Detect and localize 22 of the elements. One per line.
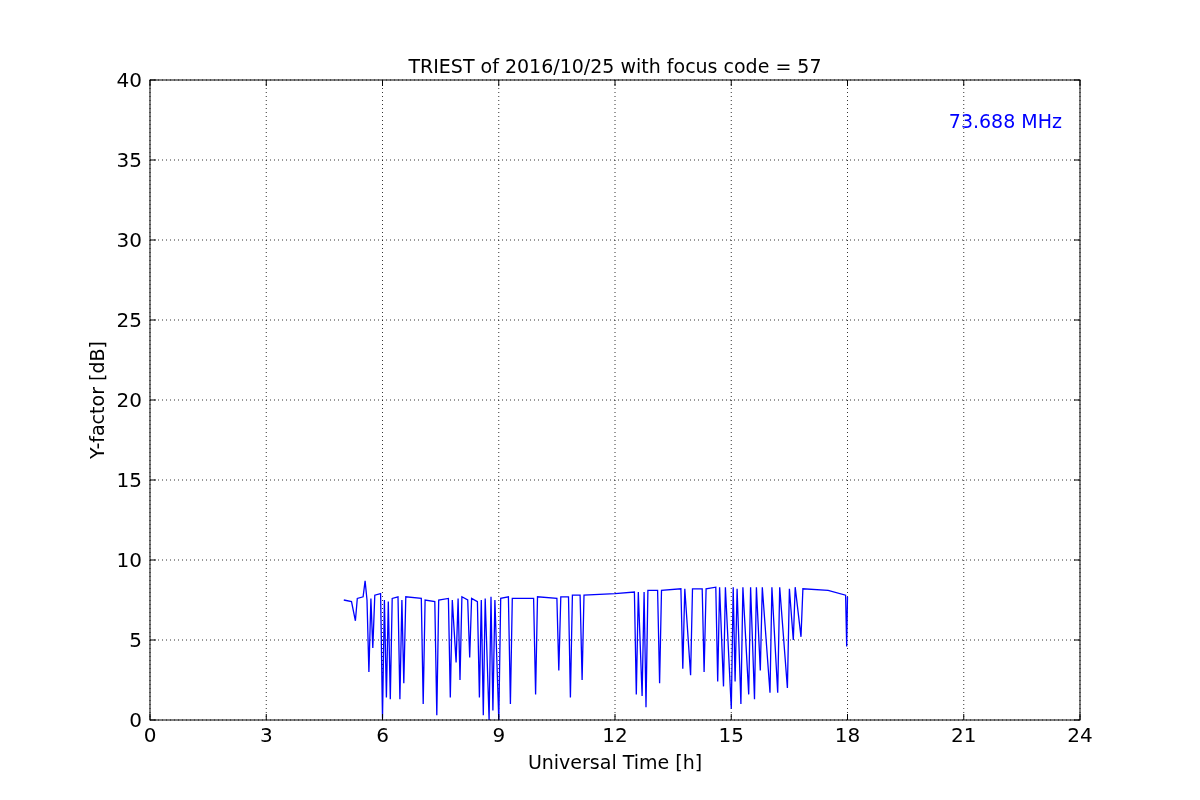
x-tick-label: 24 <box>1067 723 1093 747</box>
y-tick-label: 15 <box>116 468 142 492</box>
x-tick-label: 12 <box>602 723 628 747</box>
x-tick-label: 21 <box>951 723 977 747</box>
y-tick-label: 5 <box>129 628 142 652</box>
x-tick-label: 9 <box>492 723 506 747</box>
series-label: 73.688 MHz <box>948 110 1062 132</box>
x-tick-label: 3 <box>259 723 273 747</box>
x-tick-label: 18 <box>834 723 861 747</box>
y-tick-label: 40 <box>116 68 142 92</box>
y-tick-label: 35 <box>116 148 142 172</box>
y-tick-label: 0 <box>129 708 142 732</box>
y-tick-label: 25 <box>116 308 142 332</box>
y-tick-label: 30 <box>116 228 142 252</box>
y-tick-label: 20 <box>116 388 142 412</box>
y-tick-label: 10 <box>116 548 142 572</box>
x-axis-label: Universal Time [h] <box>527 751 703 773</box>
x-tick-label: 0 <box>143 723 157 747</box>
chart-title: TRIEST of 2016/10/25 with focus code = 57 <box>408 55 822 77</box>
x-tick-label: 15 <box>718 723 744 747</box>
y-axis-label: Y-factor [dB] <box>86 341 108 459</box>
x-tick-label: 6 <box>376 723 389 747</box>
